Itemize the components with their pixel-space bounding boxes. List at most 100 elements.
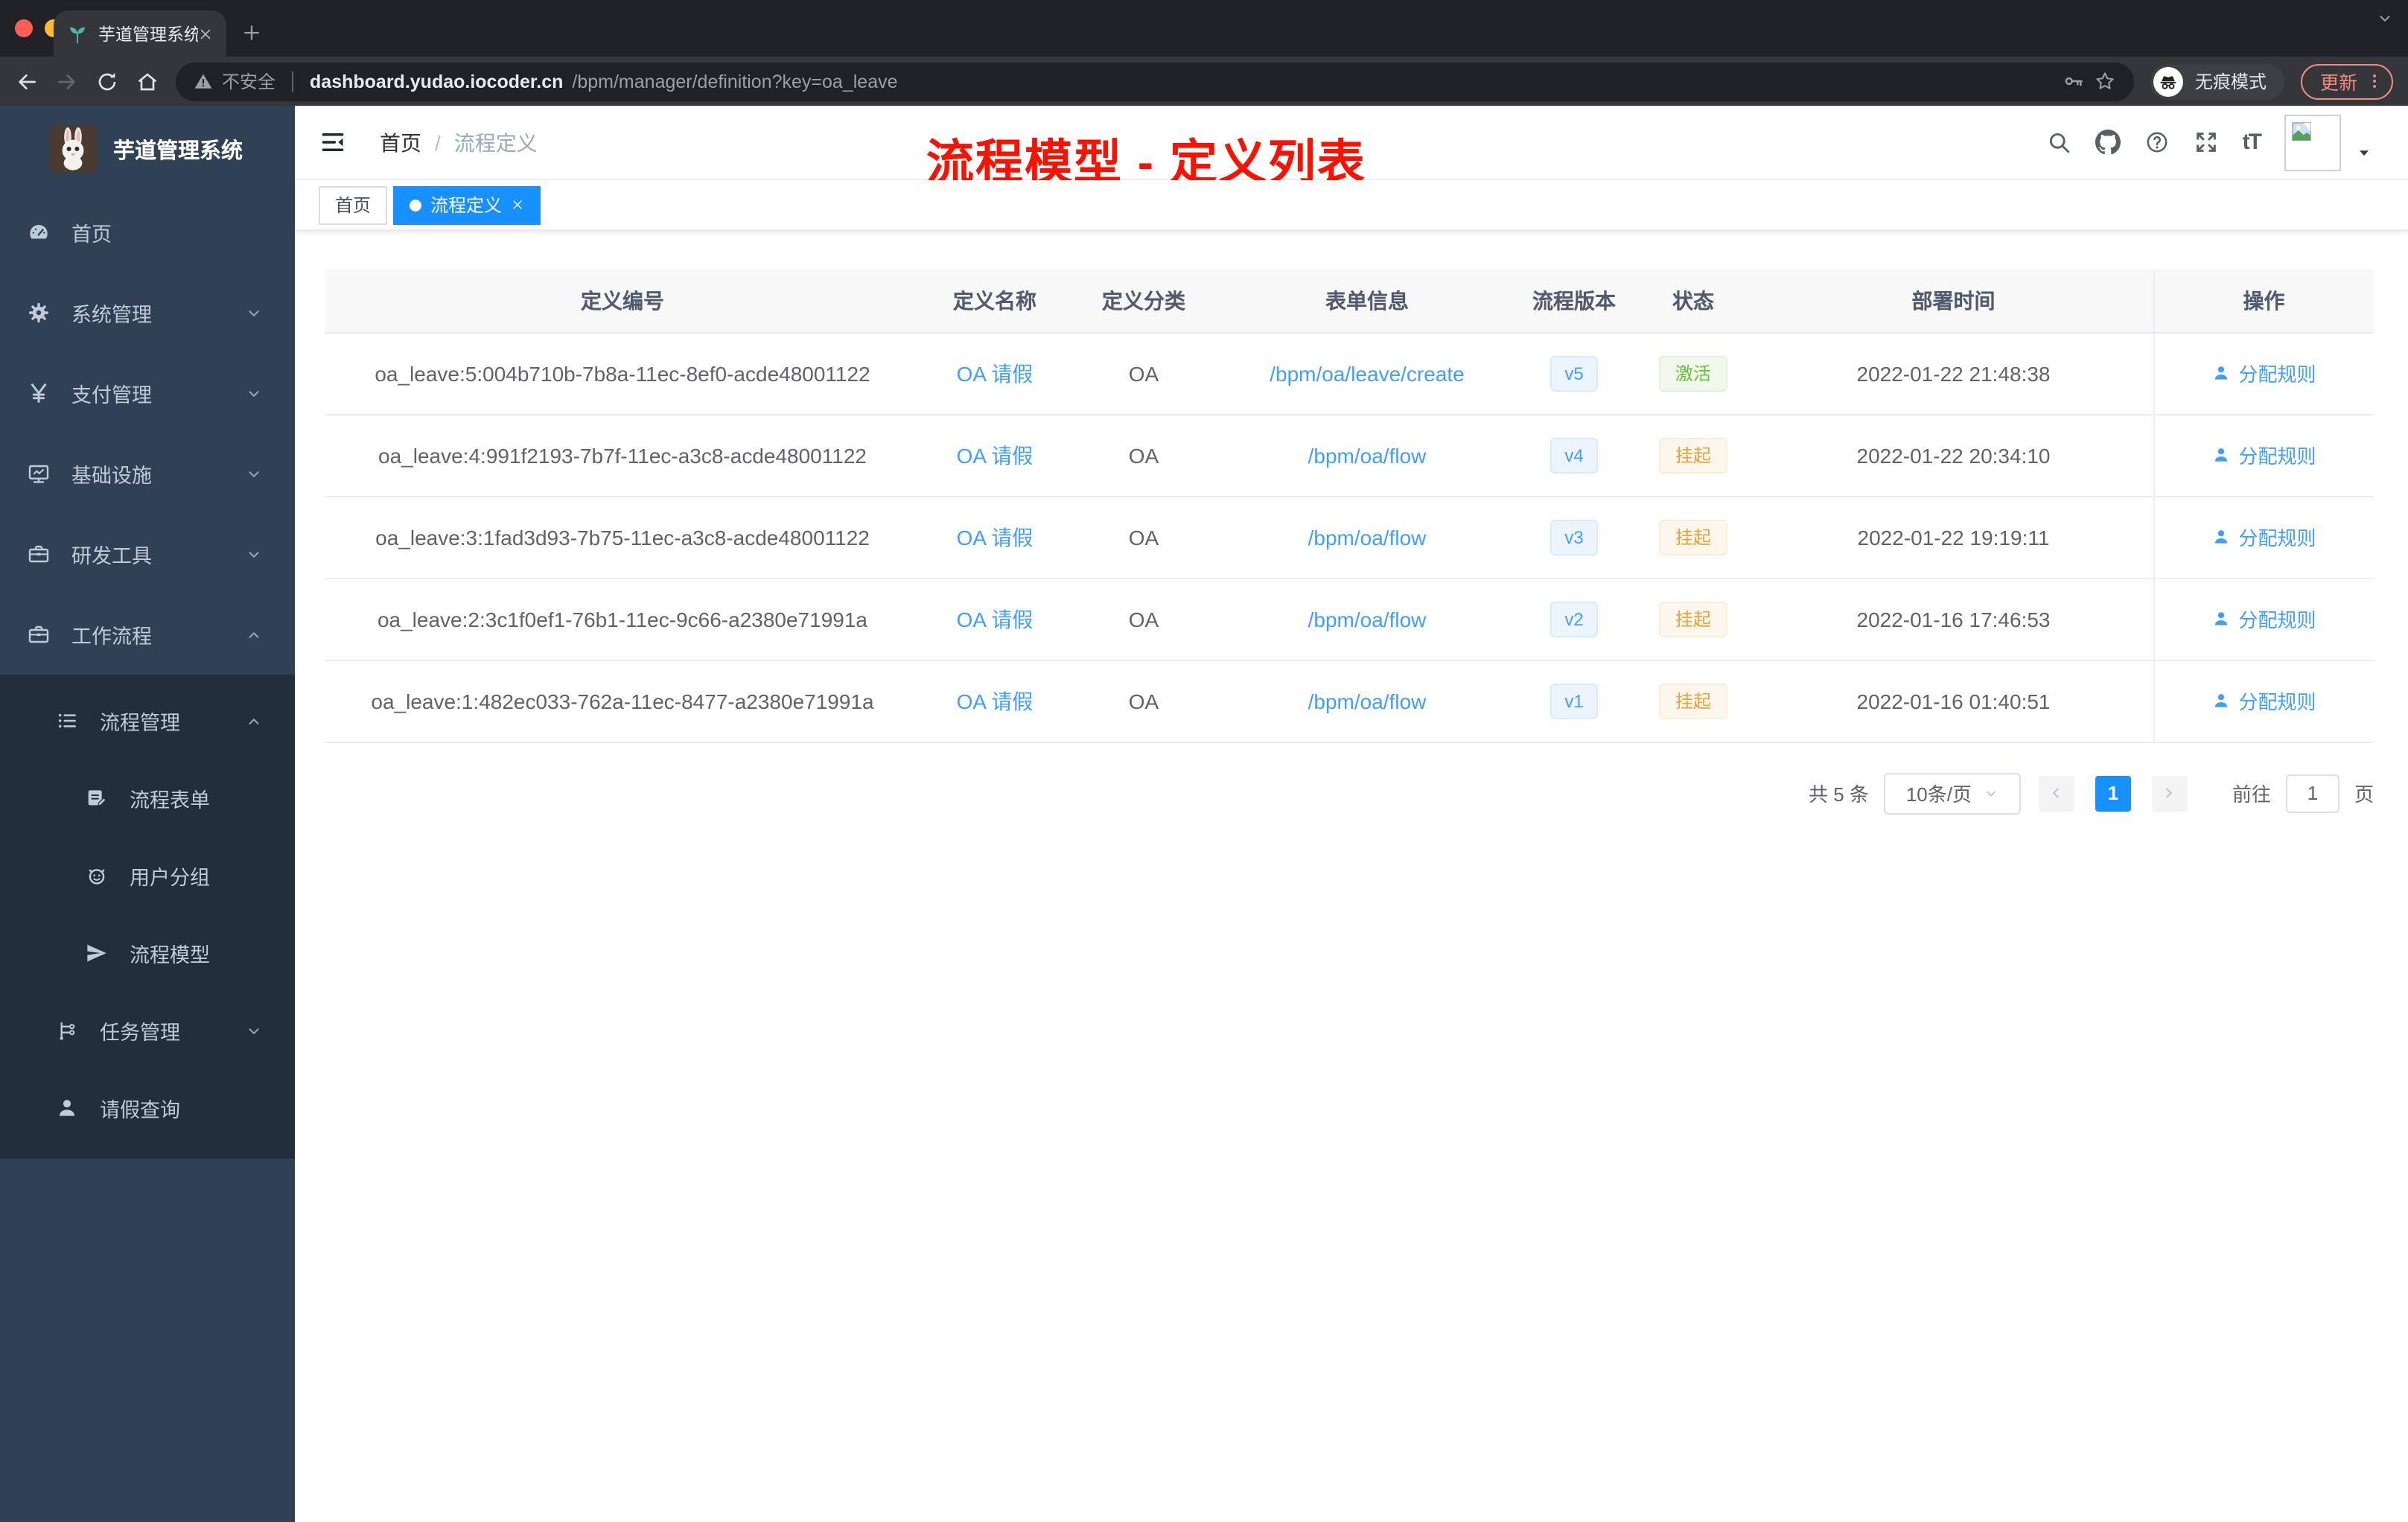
- status-badge: 激活: [1658, 355, 1727, 391]
- page-number-button[interactable]: 1: [2095, 775, 2131, 811]
- sidebar-item[interactable]: 基础设施: [0, 433, 295, 514]
- definition-id: oa_leave:1:482ec033-762a-11ec-8477-a2380…: [371, 689, 874, 713]
- browser-menu-dots-icon[interactable]: [2365, 71, 2384, 91]
- definition-id: oa_leave:3:1fad3d93-7b75-11ec-a3c8-acde4…: [375, 525, 870, 549]
- sidebar-item[interactable]: 用户分组: [0, 837, 295, 914]
- yen-icon: [27, 381, 51, 405]
- table-row: oa_leave:2:3c1f0ef1-76b1-11ec-9c66-a2380…: [325, 578, 2374, 660]
- user-icon: [2211, 609, 2231, 628]
- user-icon: [2211, 691, 2231, 710]
- definition-name-link[interactable]: OA 请假: [957, 689, 1033, 713]
- tab-close-icon[interactable]: [198, 26, 213, 41]
- chevron-right-icon: [2162, 785, 2178, 801]
- chevron-down-icon: [246, 385, 262, 401]
- browser-toolbar: 不安全 dashboard.yudao.iocoder.cn/bpm/manag…: [0, 57, 2408, 106]
- prev-page-button[interactable]: [2038, 775, 2074, 811]
- select-chevron-down-icon: [1984, 786, 1998, 800]
- help-icon[interactable]: [2144, 130, 2170, 155]
- sidebar-collapse-icon[interactable]: [319, 128, 347, 156]
- reload-icon[interactable]: [95, 69, 119, 93]
- url-host: dashboard.yudao.iocoder.cn: [310, 71, 564, 92]
- browser-tabstrip: 芋道管理系统: [0, 0, 2408, 57]
- dashboard-icon: [27, 220, 51, 244]
- breadcrumb-current: 流程定义: [453, 130, 538, 154]
- definition-name-link[interactable]: OA 请假: [957, 607, 1033, 631]
- definition-name-link[interactable]: OA 请假: [957, 525, 1033, 549]
- version-badge: v5: [1549, 355, 1599, 391]
- top-navbar: 首页 / 流程定义 tT 流程模型 - 定义列表: [295, 106, 2408, 189]
- not-secure-warning-icon[interactable]: [194, 71, 213, 91]
- definition-name-link[interactable]: OA 请假: [957, 443, 1033, 467]
- goto-page-input[interactable]: [2285, 774, 2339, 812]
- user-icon: [55, 1096, 79, 1120]
- github-icon[interactable]: [2095, 130, 2121, 155]
- browser-tab[interactable]: 芋道管理系统: [54, 10, 226, 57]
- status-badge: 挂起: [1658, 519, 1727, 555]
- user-icon: [2211, 445, 2231, 465]
- assign-rule-link[interactable]: 分配规则: [2211, 359, 2316, 387]
- search-icon[interactable]: [2046, 130, 2071, 155]
- tag[interactable]: 首页: [319, 185, 388, 224]
- sidebar-item[interactable]: 请假查询: [0, 1069, 295, 1147]
- chevron-left-icon: [2048, 785, 2065, 801]
- version-badge: v1: [1549, 683, 1599, 719]
- avatar-caret-down-icon[interactable]: [2356, 144, 2372, 161]
- form-info-link[interactable]: /bpm/oa/flow: [1308, 689, 1427, 713]
- deploy-time: 2022-01-22 21:48:38: [1856, 361, 2051, 385]
- tag-close-icon[interactable]: [511, 198, 524, 211]
- assign-rule-link[interactable]: 分配规则: [2211, 605, 2316, 633]
- password-key-icon[interactable]: [2063, 70, 2085, 92]
- assign-rule-link[interactable]: 分配规则: [2211, 441, 2316, 469]
- sidebar-item[interactable]: 支付管理: [0, 353, 295, 433]
- fullscreen-icon[interactable]: [2194, 130, 2219, 155]
- back-icon[interactable]: [15, 69, 39, 93]
- column-header: 表单信息: [1218, 270, 1516, 333]
- new-tab-button[interactable]: [241, 22, 262, 43]
- sidebar-item[interactable]: 流程表单: [0, 760, 295, 837]
- active-dot: [410, 199, 422, 211]
- breadcrumb-home[interactable]: 首页: [380, 127, 421, 157]
- column-header: 定义名称: [920, 270, 1069, 333]
- sidebar-item[interactable]: 流程管理: [0, 682, 295, 760]
- column-header: 定义分类: [1069, 270, 1218, 333]
- form-info-link[interactable]: /bpm/oa/flow: [1308, 607, 1427, 631]
- url-divider: [292, 71, 294, 92]
- sidebar-item[interactable]: 工作流程: [0, 594, 295, 675]
- security-label: 不安全: [222, 71, 276, 92]
- table-row: oa_leave:5:004b710b-7b8a-11ec-8ef0-acde4…: [325, 332, 2374, 415]
- bookmark-star-icon[interactable]: [2094, 70, 2116, 92]
- table-row: oa_leave:1:482ec033-762a-11ec-8477-a2380…: [325, 660, 2374, 742]
- deploy-time: 2022-01-22 19:19:11: [1857, 525, 2050, 549]
- sidebar-item[interactable]: 任务管理: [0, 992, 295, 1069]
- form-info-link[interactable]: /bpm/oa/leave/create: [1270, 361, 1465, 385]
- home-icon[interactable]: [136, 69, 159, 93]
- form-info-link[interactable]: /bpm/oa/flow: [1308, 525, 1427, 549]
- font-size-icon[interactable]: tT: [2243, 131, 2262, 153]
- sidebar-item[interactable]: 首页: [0, 192, 295, 273]
- gear-icon: [27, 301, 51, 325]
- sidebar-item[interactable]: 系统管理: [0, 273, 295, 353]
- assign-rule-link[interactable]: 分配规则: [2211, 687, 2316, 715]
- app-logo[interactable]: 芋道管理系统: [0, 106, 295, 192]
- user-avatar[interactable]: [2284, 114, 2341, 171]
- page-size-select[interactable]: 10条/页: [1883, 772, 2021, 814]
- form-info-link[interactable]: /bpm/oa/flow: [1308, 443, 1427, 467]
- forward-icon[interactable]: [55, 69, 79, 93]
- update-browser-button[interactable]: 更新: [2300, 63, 2393, 99]
- definition-id: oa_leave:2:3c1f0ef1-76b1-11ec-9c66-a2380…: [377, 607, 867, 631]
- tab-search-chevron-icon[interactable]: [2377, 10, 2393, 27]
- definition-name-link[interactable]: OA 请假: [957, 361, 1033, 385]
- tag[interactable]: 流程定义: [393, 185, 541, 224]
- status-badge: 挂起: [1658, 683, 1727, 719]
- next-page-button[interactable]: [2151, 775, 2188, 811]
- sidebar-item[interactable]: 研发工具: [0, 514, 295, 594]
- close-window-button[interactable]: [15, 19, 33, 37]
- app-title: 芋道管理系统: [113, 139, 243, 163]
- broken-image-icon: [2289, 118, 2314, 144]
- address-bar[interactable]: 不安全 dashboard.yudao.iocoder.cn/bpm/manag…: [176, 62, 2134, 101]
- form-icon: [85, 786, 109, 810]
- toolbox-icon: [27, 542, 51, 566]
- definition-category: OA: [1128, 361, 1159, 385]
- sidebar-item[interactable]: 流程模型: [0, 914, 295, 992]
- assign-rule-link[interactable]: 分配规则: [2211, 523, 2316, 551]
